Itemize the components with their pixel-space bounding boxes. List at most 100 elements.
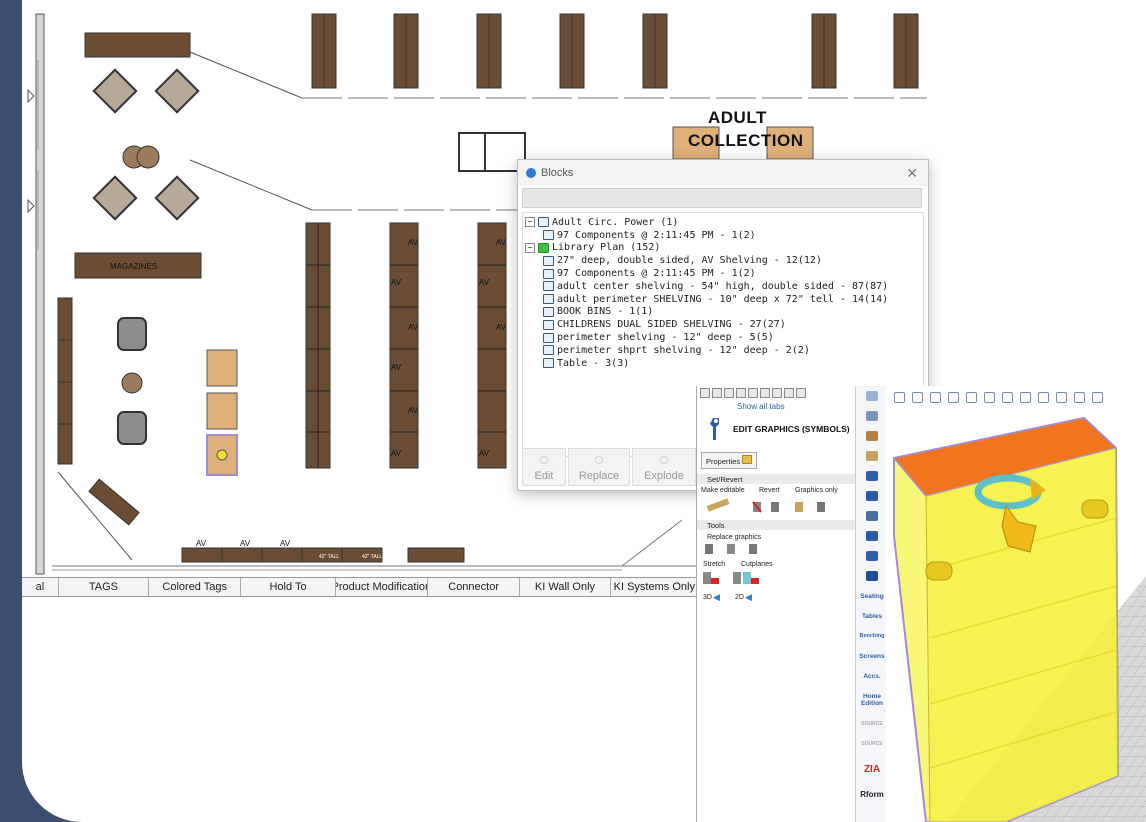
av-label: AV <box>408 406 419 415</box>
arrow-left-icon[interactable]: ◀ <box>745 592 752 603</box>
3d-cabinet-model[interactable] <box>886 386 1146 822</box>
set-revert-label: Set/Revert <box>707 474 743 484</box>
tree-item[interactable]: adult center shelving - 54" high, double… <box>523 280 923 293</box>
wrench-icon <box>710 418 719 440</box>
new-file-icon[interactable] <box>700 388 710 398</box>
presentation-frame-corner <box>0 760 92 822</box>
tools-label: Tools <box>707 520 725 530</box>
block-cube-icon <box>543 268 554 279</box>
magazines-label: MAGAZINES <box>110 262 157 271</box>
tab-connector[interactable]: Connector <box>428 578 521 596</box>
side-tool-icon[interactable] <box>856 486 888 506</box>
tree-item[interactable]: perimeter shprt shelving - 12" deep - 2(… <box>523 344 923 357</box>
av-label: AV <box>391 449 402 458</box>
side-tool-icon[interactable] <box>856 446 888 466</box>
edit-graphics-title-text: EDIT GRAPHICS (SYMBOLS) <box>733 424 850 434</box>
tree-item[interactable]: Table - 3(3) <box>523 357 923 370</box>
tree-item[interactable]: perimeter shelving - 12" deep - 5(5) <box>523 331 923 344</box>
show-all-tabs-link[interactable]: Show all tabs <box>697 400 855 412</box>
stretch-cutplanes-tools[interactable] <box>703 570 783 588</box>
copy-icon[interactable] <box>760 388 770 398</box>
tree-item-label: perimeter shelving - 12" deep - 5(5) <box>557 332 774 344</box>
collapse-toggle-icon[interactable]: − <box>525 217 535 228</box>
3d-viewport[interactable] <box>886 386 1146 822</box>
tree-item[interactable]: − Library Plan (152) <box>523 242 923 255</box>
save-icon[interactable] <box>724 388 734 398</box>
side-tab-accs[interactable]: Accs. <box>856 666 888 686</box>
tree-item[interactable]: 97 Components @ 2:11:45 PM - 1(2) <box>523 229 923 242</box>
tree-item-label: adult center shelving - 54" high, double… <box>557 280 889 292</box>
stretch-3d-label[interactable]: 3D <box>703 594 712 601</box>
edit-graphics-title: EDIT GRAPHICS (SYMBOLS) <box>705 416 850 442</box>
tab-ki-wall-only[interactable]: KI Wall Only <box>520 578 611 596</box>
explode-button[interactable]: ⬡ Explode <box>632 448 696 486</box>
panel-toolbar <box>697 386 855 400</box>
folder-icon <box>742 455 753 464</box>
side-tab-home-edition[interactable]: Home Edition <box>856 686 888 714</box>
tree-item[interactable]: CHILDRENS DUAL SIDED SHELVING - 27(27) <box>523 318 923 331</box>
set-revert-section-header[interactable]: Set/Revert <box>697 474 855 484</box>
tree-item[interactable]: 27" deep, double sided, AV Shelving - 12… <box>523 254 923 267</box>
arrow-left-icon[interactable]: ◀ <box>713 592 720 603</box>
properties-button[interactable]: Properties <box>701 452 758 469</box>
replace-button[interactable]: ⬡ Replace <box>568 448 630 486</box>
tall-label: 42" TALL <box>319 554 339 560</box>
tab-tags[interactable]: TAGS <box>59 578 150 596</box>
collapse-toggle-icon[interactable]: − <box>525 242 535 253</box>
replace-graphics-tool[interactable] <box>705 542 765 556</box>
stretch-2d-label[interactable]: 2D <box>735 594 744 601</box>
blocks-dialog-titlebar[interactable]: Blocks ✕ <box>518 160 928 186</box>
edit-button[interactable]: ⬡ Edit <box>522 448 566 486</box>
blocks-action-buttons: ⬡ Edit ⬡ Replace ⬡ Explode <box>522 448 698 486</box>
revert-label: Revert <box>759 487 780 494</box>
tall-label: 42" TALL <box>362 554 382 560</box>
side-tab-zia[interactable]: ZIA <box>856 754 888 784</box>
tree-item-label: Library Plan (152) <box>552 242 661 254</box>
properties-label: Properties <box>706 457 741 466</box>
side-tool-icon[interactable] <box>856 566 888 586</box>
block-cube-icon <box>538 217 549 228</box>
explode-button-label: Explode <box>644 470 684 482</box>
redo-icon[interactable] <box>796 388 806 398</box>
tree-item[interactable]: BOOK BINS - 1(1) <box>523 306 923 319</box>
cut-icon[interactable] <box>748 388 758 398</box>
block-cube-icon <box>538 242 549 253</box>
side-tab-source[interactable]: SOURCE <box>856 734 888 754</box>
print-icon[interactable] <box>736 388 746 398</box>
side-tab-tables[interactable]: Tables <box>856 606 888 626</box>
av-label: AV <box>496 238 507 247</box>
tree-item[interactable]: adult perimeter SHELVING - 10" deep x 72… <box>523 293 923 306</box>
side-tab-seating[interactable]: Seating <box>856 586 888 606</box>
side-tool-icon[interactable] <box>856 466 888 486</box>
blocks-dialog-title: Blocks <box>541 167 574 179</box>
side-tab-rform[interactable]: Rform <box>856 784 888 804</box>
tree-item-label: BOOK BINS - 1(1) <box>557 306 654 318</box>
side-tool-icon[interactable] <box>856 426 888 446</box>
side-tab-source[interactable]: SOURCE <box>856 714 888 734</box>
tab-ki-systems-only[interactable]: KI Systems Only <box>611 578 698 596</box>
close-icon[interactable]: ✕ <box>906 165 918 182</box>
side-tool-icon[interactable] <box>856 526 888 546</box>
side-tool-icon[interactable] <box>856 546 888 566</box>
cutplanes-label: Cutplanes <box>741 561 773 568</box>
side-tab-benching[interactable]: Benching <box>856 626 888 646</box>
av-label: AV <box>479 278 490 287</box>
av-label: AV <box>408 323 419 332</box>
side-tool-icon[interactable] <box>856 506 888 526</box>
tools-section-header[interactable]: Tools <box>697 520 855 530</box>
blocks-search-input[interactable] <box>522 188 922 208</box>
side-tool-icon[interactable] <box>856 406 888 426</box>
tab-al[interactable]: al <box>22 578 59 596</box>
set-revert-tools[interactable] <box>705 496 845 518</box>
side-tool-icon[interactable] <box>856 386 888 406</box>
graphics-only-label: Graphics only <box>795 487 838 494</box>
paste-icon[interactable] <box>772 388 782 398</box>
open-icon[interactable] <box>712 388 722 398</box>
side-tab-screens[interactable]: Screens <box>856 646 888 666</box>
tab-hold-to[interactable]: Hold To <box>241 578 336 596</box>
undo-icon[interactable] <box>784 388 794 398</box>
tab-product-modification[interactable]: Product Modification <box>336 578 428 596</box>
tab-colored-tags[interactable]: Colored Tags <box>149 578 242 596</box>
tree-item[interactable]: − Adult Circ. Power (1) <box>523 216 923 229</box>
tree-item[interactable]: 97 Components @ 2:11:45 PM - 1(2) <box>523 267 923 280</box>
